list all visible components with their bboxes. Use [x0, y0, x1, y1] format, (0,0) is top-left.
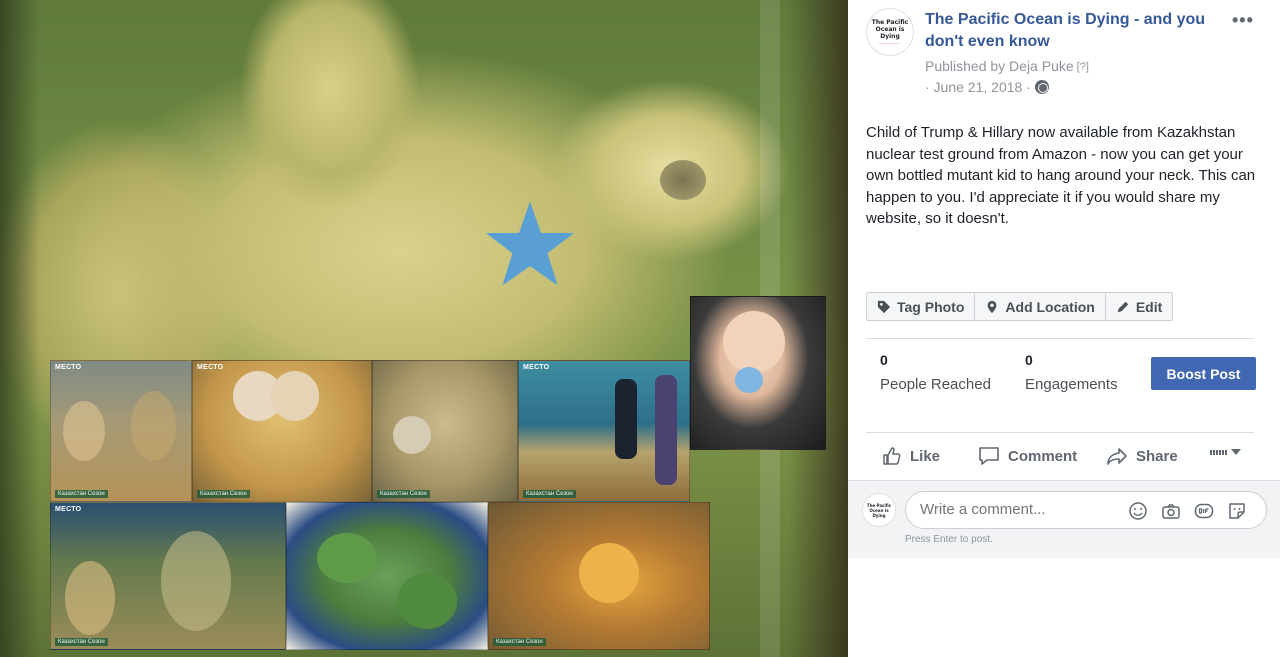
cartoon-head — [397, 573, 457, 629]
collage-baby — [690, 296, 826, 450]
jar-blob — [579, 543, 639, 603]
collage-jars-2: МЕСТО Казахстан Сезон — [50, 502, 286, 650]
share-button[interactable]: Share — [1106, 446, 1178, 466]
pencil-icon — [1117, 301, 1129, 312]
collage-cartoon — [286, 502, 488, 650]
divider — [866, 432, 1254, 433]
like-button[interactable]: Like — [882, 446, 940, 466]
comment-label: Comment — [1008, 447, 1078, 465]
pacifier — [735, 367, 763, 393]
boost-post-button[interactable]: Boost Post — [1151, 357, 1256, 390]
published-by: Published by Deja Puke [?] — [925, 58, 1089, 74]
jar-edge-left — [0, 0, 40, 657]
post-lightbox: МЕСТО Казахстан Сезон МЕСТО Казахстан Се… — [0, 0, 1280, 657]
person-silhouette — [655, 375, 677, 485]
edit-label: Edit — [1135, 298, 1163, 315]
gif-icon[interactable] — [1194, 501, 1214, 521]
tv-logo: МЕСТО — [55, 364, 82, 371]
more-icon[interactable]: ••• — [1232, 10, 1254, 31]
page-name-link[interactable]: The Pacific Ocean is Dying - and you don… — [925, 9, 1225, 53]
jar-blob — [271, 371, 319, 421]
tv-caption: Казахстан Сезон — [55, 638, 108, 646]
reaction-selector-icon[interactable] — [1210, 449, 1241, 455]
post-photo[interactable]: МЕСТО Казахстан Сезон МЕСТО Казахстан Се… — [0, 0, 848, 657]
comment-bubble-icon — [979, 447, 999, 465]
post-panel: The Pacific Ocean is Dying ——————— The P… — [848, 0, 1280, 657]
share-label: Share — [1136, 447, 1178, 465]
jar-blob — [161, 531, 231, 631]
add-location-label: Add Location — [1005, 298, 1095, 315]
photo-actions: Tag Photo Add Location Edit — [866, 292, 1174, 321]
post-body: Child of Trump & Hillary now available f… — [866, 124, 1256, 227]
camera-icon[interactable] — [1161, 501, 1181, 521]
thumbs-up-icon — [883, 447, 901, 465]
tv-caption: Казахстан Сезон — [377, 490, 430, 498]
person-silhouette — [615, 379, 637, 459]
like-label: Like — [910, 447, 941, 465]
published-label[interactable]: Published by Deja Puke — [925, 58, 1074, 74]
add-location-button[interactable]: Add Location — [975, 293, 1106, 320]
tv-logo: МЕСТО — [55, 506, 82, 513]
jar-blob — [63, 401, 105, 461]
sticker-icon[interactable] — [1227, 501, 1247, 521]
cartoon-head — [317, 533, 377, 583]
avatar-text: The Pacific — [871, 19, 909, 26]
post-date[interactable]: · June 21, 2018 · — [925, 79, 1031, 95]
jar-blob — [65, 561, 115, 635]
avatar-text: Ocean is Dying — [875, 26, 905, 40]
avatar-text: Ocean is Dying — [869, 507, 889, 518]
press-enter-hint: Press Enter to post. — [905, 534, 993, 545]
location-pin-icon — [988, 300, 997, 313]
post-actions: Like Comment Share — [866, 440, 1254, 472]
collage-jars-1: МЕСТО Казахстан Сезон — [50, 360, 192, 502]
published-help[interactable]: [?] — [1077, 61, 1089, 73]
collage-museum: МЕСТО Казахстан Сезон — [518, 360, 690, 502]
jar-blob — [131, 391, 176, 461]
collage-jars-3: Казахстан Сезон — [488, 502, 710, 650]
engagements-value: 0 — [1025, 352, 1033, 368]
tv-logo: МЕСТО — [523, 364, 550, 371]
page-avatar[interactable]: The Pacific Ocean is Dying ——————— — [866, 8, 914, 56]
collage-face: Казахстан Сезон — [372, 360, 518, 502]
tag-icon — [877, 300, 891, 313]
comment-input[interactable] — [920, 501, 1120, 518]
people-reached-value: 0 — [880, 352, 888, 368]
globe-icon[interactable] — [1034, 80, 1049, 94]
avatar-underline: ——————— — [879, 41, 901, 45]
post-meta: · June 21, 2018 · — [925, 79, 1049, 95]
divider — [866, 338, 1254, 339]
people-reached-label[interactable]: People Reached — [880, 376, 991, 393]
edit-button[interactable]: Edit — [1106, 293, 1172, 320]
commenter-avatar[interactable]: The Pacific Ocean is Dying — [862, 493, 896, 527]
tv-logo: МЕСТО — [197, 364, 224, 371]
tag-photo-label: Tag Photo — [897, 298, 965, 315]
emoji-icon[interactable] — [1128, 501, 1148, 521]
tv-caption: Казахстан Сезон — [55, 490, 108, 498]
chevron-down-icon — [1231, 449, 1241, 455]
specimen-eye — [660, 160, 706, 200]
comment-button[interactable]: Comment — [978, 446, 1077, 466]
baby-face — [723, 311, 785, 373]
tv-caption: Казахстан Сезон — [493, 638, 546, 646]
jar-blob — [393, 416, 431, 454]
comment-section: The Pacific Ocean is Dying Press Enter t… — [848, 480, 1280, 558]
engagements-label[interactable]: Engagements — [1025, 376, 1118, 393]
tv-caption: Казахстан Сезон — [197, 490, 250, 498]
share-arrow-icon — [1107, 448, 1127, 465]
collage-twins: МЕСТО Казахстан Сезон — [192, 360, 372, 502]
tv-caption: Казахстан Сезон — [523, 490, 576, 498]
page-identity-mini — [1210, 449, 1228, 455]
comment-box[interactable] — [905, 491, 1267, 529]
blue-star-icon — [485, 201, 575, 286]
tag-photo-button[interactable]: Tag Photo — [867, 293, 976, 320]
